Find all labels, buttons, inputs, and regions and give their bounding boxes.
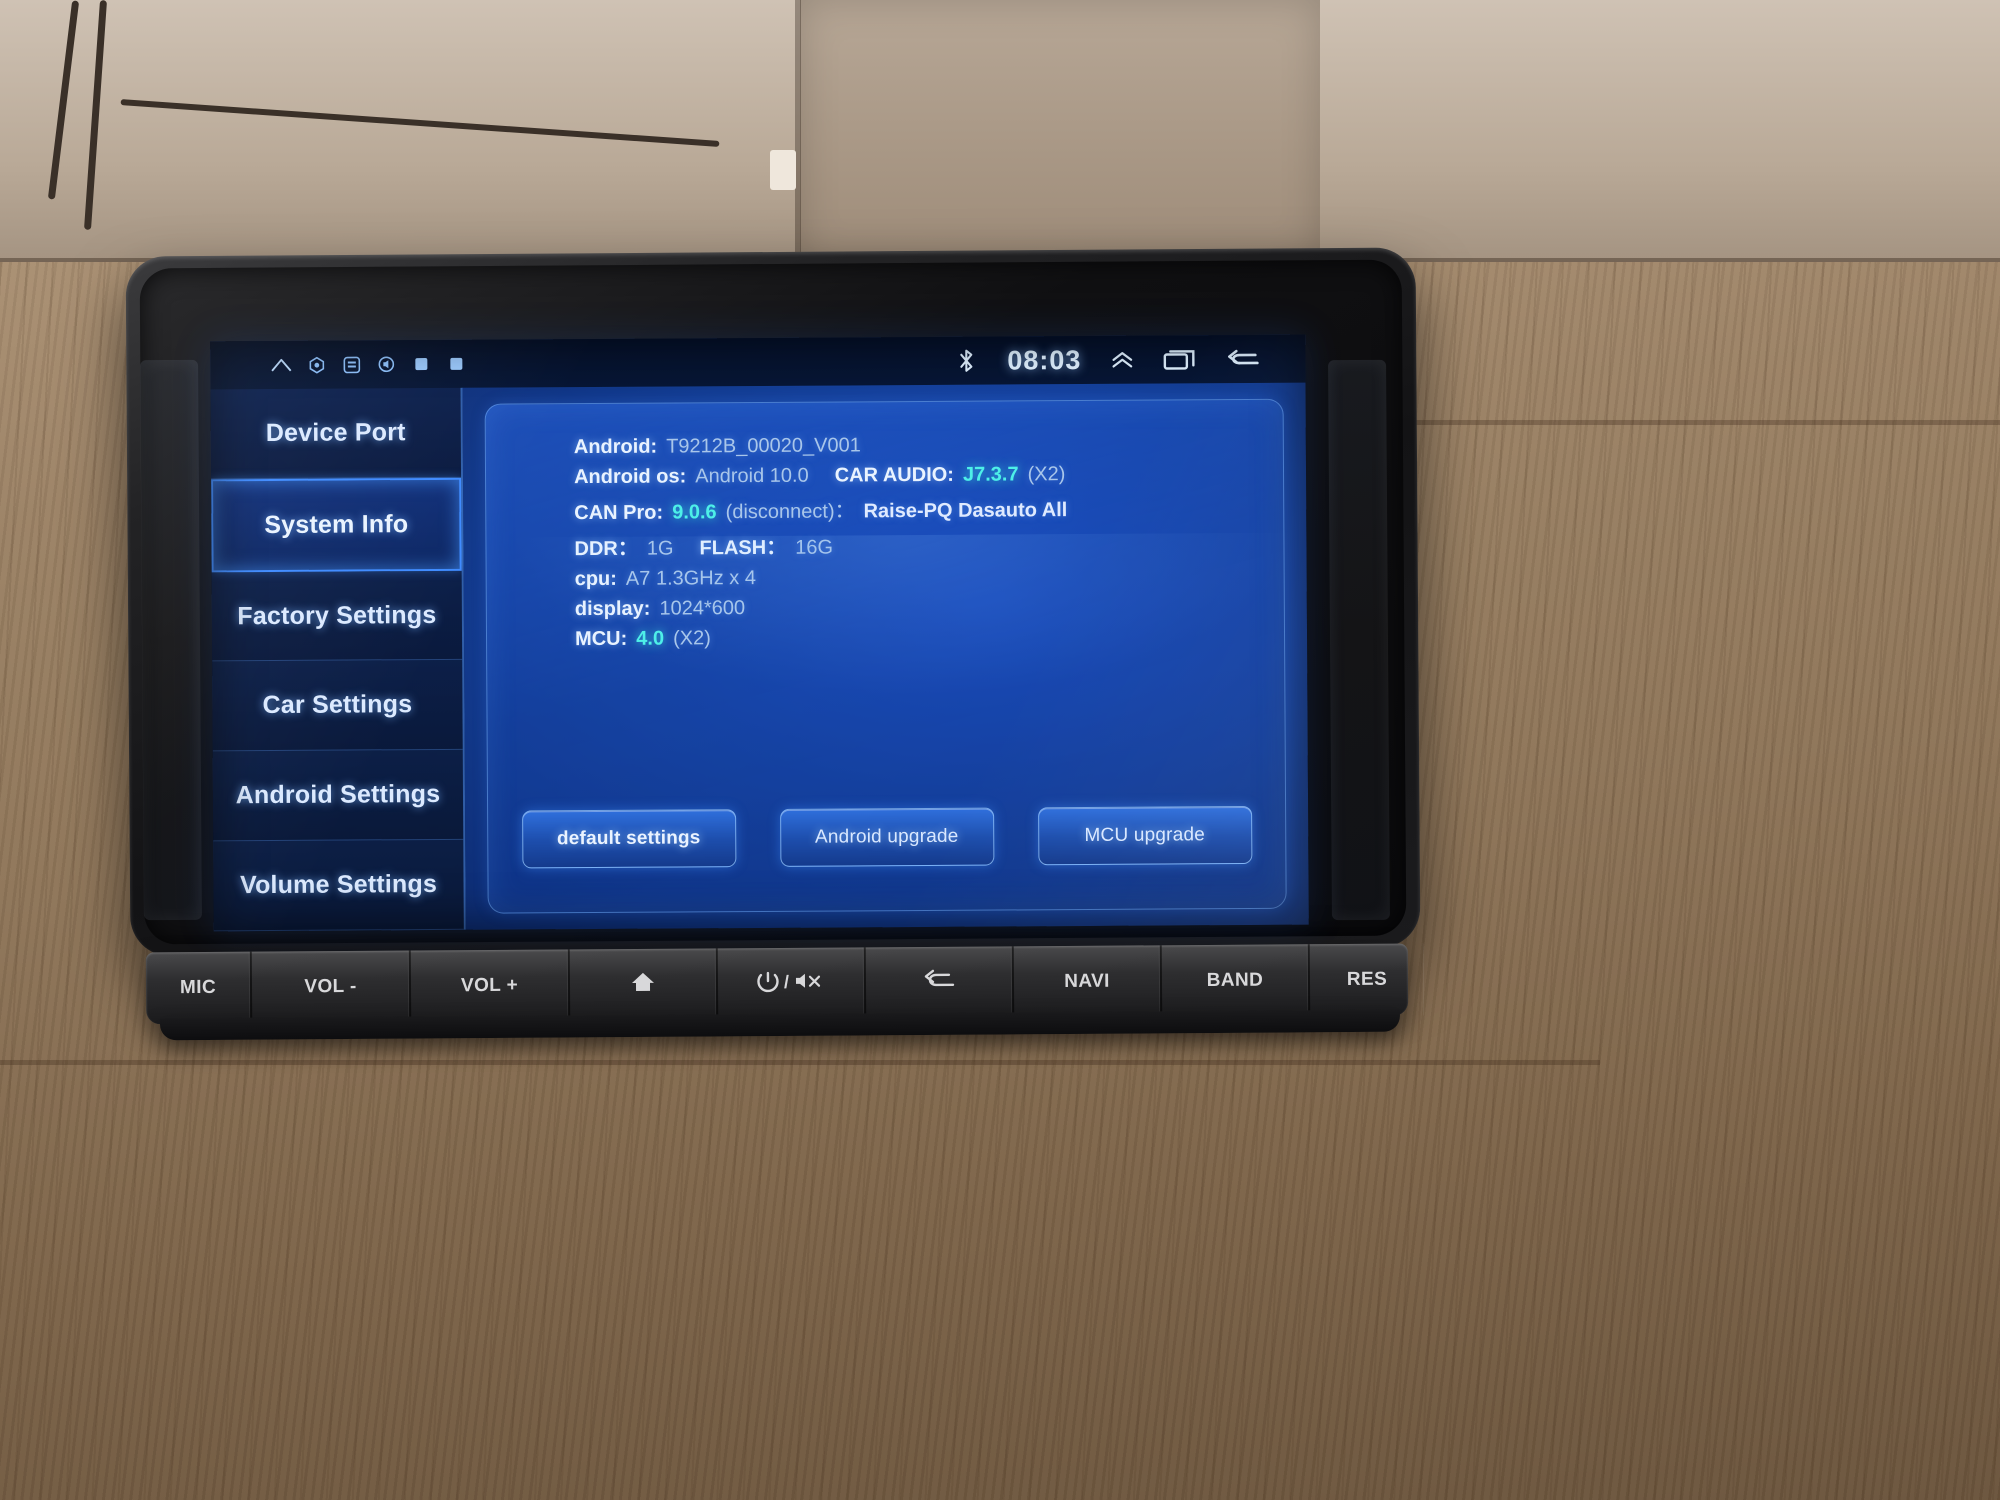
status-bar-right-icons: 08:03 — [955, 343, 1305, 376]
power-mute-icon: / — [754, 969, 828, 1000]
wall-panel — [800, 0, 1320, 262]
chevron-up-icon[interactable] — [1111, 349, 1133, 371]
back-icon[interactable] — [1227, 348, 1259, 370]
info-value: A7 1.3GHz x 4 — [625, 567, 757, 590]
info-value-can-version: 9.0.6 — [672, 501, 717, 524]
info-key: MCU: — [574, 627, 628, 651]
info-value-can-status: (disconnect)： — [725, 500, 855, 524]
system-info-card: Android: T9212B_00020_V001 Android os: A… — [484, 398, 1287, 914]
system-info-content: Android: T9212B_00020_V001 Android os: A… — [462, 382, 1309, 930]
location-icon — [305, 354, 327, 376]
hw-button-back[interactable] — [865, 946, 1015, 1020]
sidebar-item-label: Car Settings — [262, 690, 413, 720]
settings-sidebar: Device Port System Info Factory Settings… — [210, 387, 466, 932]
info-value-can-profile: Raise-PQ Dasauto All — [863, 499, 1068, 523]
info-row-cpu: cpu: A7 1.3GHz x 4 — [575, 564, 1264, 591]
hw-button-navi[interactable]: NAVI — [1013, 945, 1163, 1019]
android-upgrade-button[interactable]: Android upgrade — [779, 807, 994, 867]
info-key-flash: FLASH： — [699, 536, 787, 560]
home-icon[interactable] — [270, 354, 292, 376]
info-value-ddr: 1G — [646, 537, 674, 560]
info-row-ddr-flash: DDR： 1G FLASH： 16G — [574, 528, 1263, 561]
sidebar-item-device-port[interactable]: Device Port — [210, 387, 462, 480]
hw-button-home[interactable] — [569, 948, 719, 1022]
sidebar-item-volume-settings[interactable]: Volume Settings — [213, 839, 464, 932]
sidebar-item-factory-settings[interactable]: Factory Settings — [211, 570, 463, 662]
screen-body: Device Port System Info Factory Settings… — [210, 382, 1309, 932]
info-value-mcu-suffix: (X2) — [672, 627, 711, 650]
hw-button-band[interactable]: BAND — [1161, 944, 1311, 1018]
hw-button-volume-up[interactable]: VOL + — [410, 949, 571, 1023]
hw-button-label: VOL + — [460, 974, 519, 997]
info-row-can-pro: CAN Pro: 9.0.6 (disconnect)： Raise-PQ Da… — [574, 492, 1263, 525]
hw-button-label: VOL - — [304, 975, 357, 998]
hw-button-res[interactable]: RES — [1310, 943, 1424, 1016]
hw-button-power-mute[interactable]: / — [717, 947, 867, 1021]
mcu-upgrade-button[interactable]: MCU upgrade — [1037, 805, 1252, 866]
info-key: Android os: — [573, 465, 687, 489]
hw-button-label: BAND — [1206, 969, 1264, 991]
info-value-car-audio: J7.3.7 — [962, 463, 1019, 486]
hw-button-label: RES — [1346, 968, 1388, 991]
status-bar-clock: 08:03 — [1007, 344, 1082, 375]
sidebar-item-label: Device Port — [265, 418, 406, 447]
photo-scene: 08:03 Device Port System Info Factory Se… — [0, 0, 2000, 1500]
default-settings-button[interactable]: default settings — [521, 809, 736, 869]
info-value-mcu: 4.0 — [636, 627, 665, 650]
info-key-car-audio: CAR AUDIO: — [834, 463, 954, 487]
info-row-display: display: 1024*600 — [575, 594, 1264, 621]
info-value: T9212B_00020_V001 — [666, 434, 861, 458]
info-value: 1024*600 — [659, 597, 746, 620]
sidebar-item-car-settings[interactable]: Car Settings — [212, 660, 463, 752]
square-icon — [410, 353, 432, 375]
back-arrow-icon — [923, 969, 955, 997]
hw-button-label: MIC — [179, 976, 217, 999]
sidebar-item-android-settings[interactable]: Android Settings — [212, 750, 464, 842]
info-row-mcu: MCU: 4.0 (X2) — [575, 624, 1264, 651]
info-key-ddr: DDR： — [574, 537, 638, 561]
hw-button-label: NAVI — [1064, 970, 1110, 992]
info-key: Android: — [573, 435, 658, 459]
sidebar-item-label: System Info — [264, 509, 409, 539]
info-row-android: Android: T9212B_00020_V001 — [574, 432, 1263, 459]
info-value-flash: 16G — [795, 536, 834, 559]
desk-plank-seam — [0, 1060, 1600, 1065]
wall-panel-edge — [795, 0, 801, 262]
info-key: cpu: — [574, 567, 617, 591]
square-icon — [445, 353, 467, 375]
hw-button-mic[interactable]: MIC — [145, 951, 253, 1025]
lcd-screen: 08:03 Device Port System Info Factory Se… — [210, 334, 1309, 932]
wall-outlet — [770, 150, 796, 190]
volume-icon — [375, 353, 397, 375]
sidebar-item-label: Android Settings — [235, 780, 441, 810]
action-buttons: default settings Android upgrade MCU upg… — [488, 805, 1285, 869]
android-status-bar: 08:03 — [210, 334, 1306, 390]
bluetooth-icon — [955, 349, 977, 372]
info-row-android-os: Android os: Android 10.0 CAR AUDIO: J7.3… — [574, 462, 1263, 489]
svg-text:/: / — [784, 972, 790, 992]
info-value-car-audio-suffix: (X2) — [1027, 463, 1066, 486]
sidebar-item-label: Volume Settings — [239, 870, 438, 900]
info-key: display: — [574, 597, 651, 621]
info-value: Android 10.0 — [695, 464, 809, 488]
recents-icon[interactable] — [1163, 348, 1197, 370]
app-icon — [340, 353, 362, 375]
sidebar-item-system-info[interactable]: System Info — [211, 477, 462, 573]
hw-button-volume-down[interactable]: VOL - — [251, 950, 412, 1024]
status-bar-left-icons — [210, 353, 467, 377]
info-key: CAN Pro: — [574, 501, 664, 525]
sidebar-item-label: Factory Settings — [237, 600, 437, 630]
home-icon — [630, 970, 656, 1000]
system-info-list: Android: T9212B_00020_V001 Android os: A… — [574, 432, 1264, 658]
